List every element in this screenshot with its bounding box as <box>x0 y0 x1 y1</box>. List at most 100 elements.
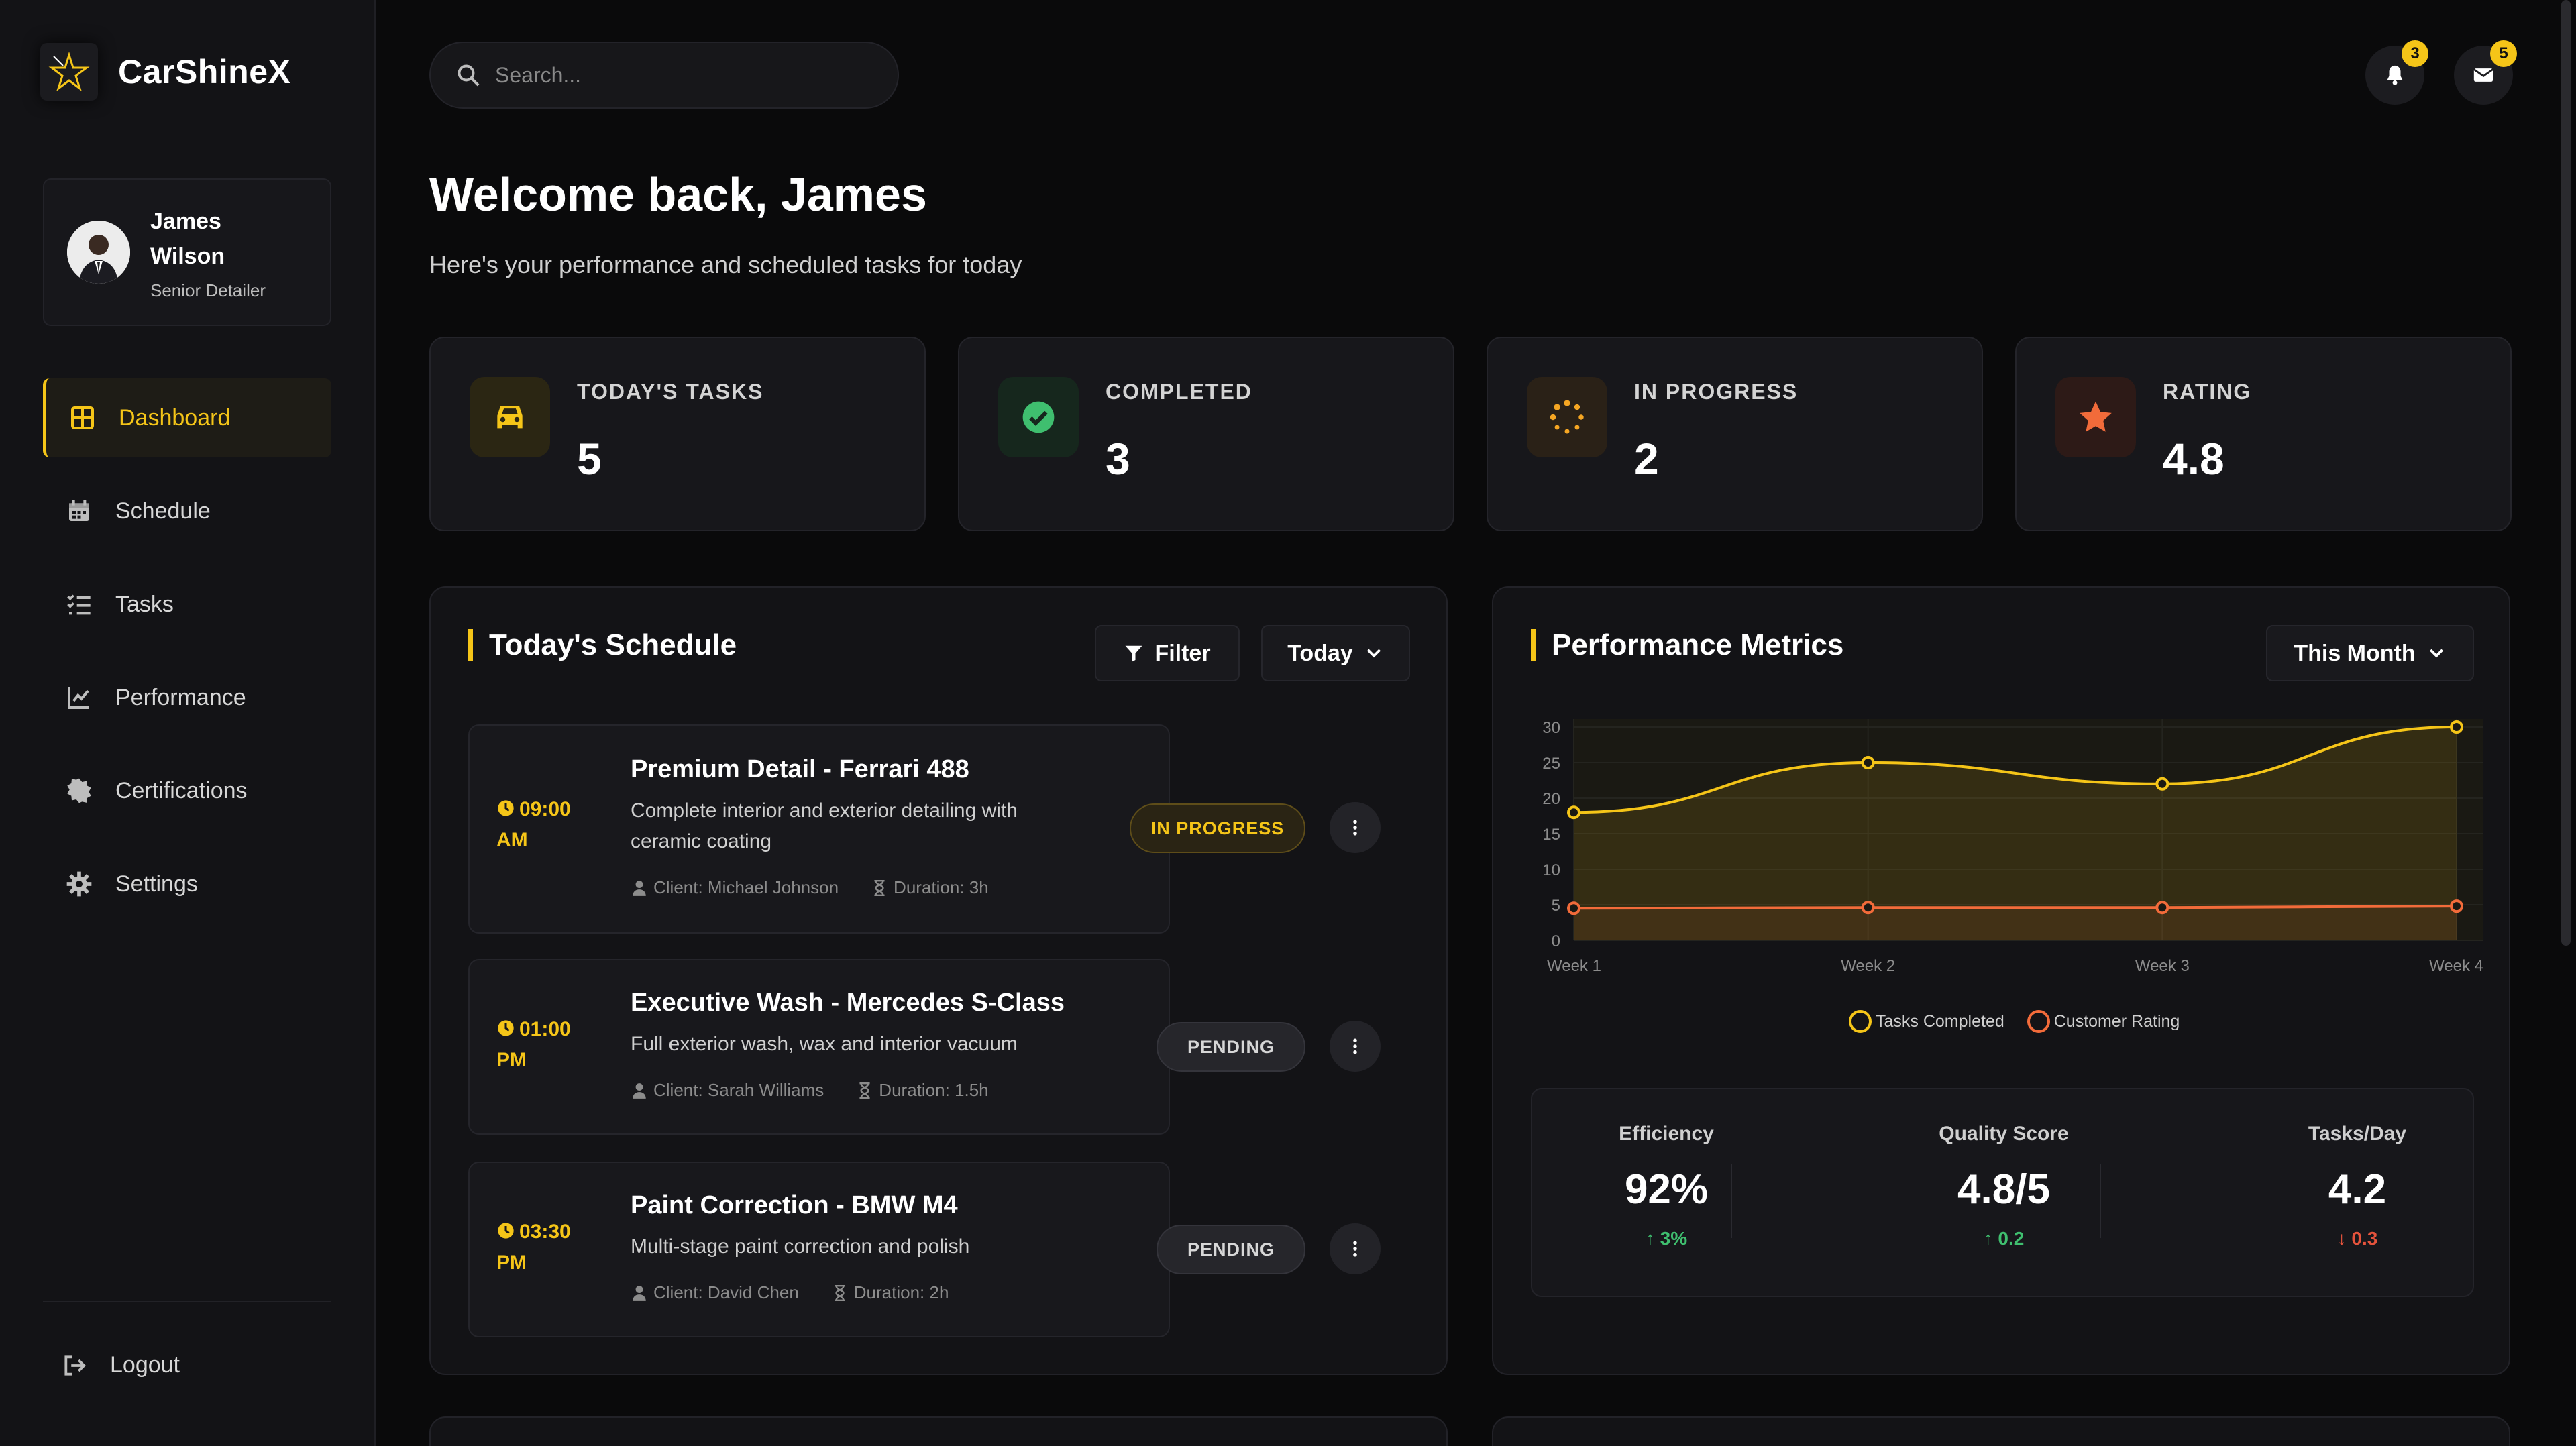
page-scrollbar[interactable] <box>2561 0 2571 946</box>
nav-label: Certifications <box>115 777 248 803</box>
data-point <box>1567 901 1580 915</box>
task-card[interactable]: 03:30 PM Paint Correction - BMW M4 Multi… <box>468 1162 1381 1337</box>
logout-label: Logout <box>110 1352 180 1378</box>
kebab-menu-icon <box>1353 820 1357 836</box>
dashboard-icon <box>71 406 94 429</box>
calendar-icon <box>69 500 89 521</box>
task-title: Paint Correction - BMW M4 <box>631 1191 958 1219</box>
user-icon <box>633 1082 646 1099</box>
task-title: Executive Wash - Mercedes S-Class <box>631 989 1065 1017</box>
legend-swatch-icon <box>1849 1010 1872 1033</box>
metric-label: Tasks/Day <box>2308 1123 2407 1145</box>
logout-icon <box>64 1355 86 1376</box>
bell-icon <box>2387 65 2403 85</box>
divider <box>1731 1164 1732 1238</box>
range-dropdown[interactable]: This Month <box>2266 625 2474 681</box>
data-point <box>2155 777 2169 791</box>
car-icon <box>470 377 550 457</box>
nav-item-dashboard[interactable]: Dashboard <box>43 378 331 457</box>
task-card[interactable]: 01:00 PM Executive Wash - Mercedes S-Cla… <box>468 959 1381 1135</box>
lower-panel <box>1492 1416 2510 1446</box>
chevron-down-icon <box>1366 649 1381 658</box>
x-tick-label: Week 1 <box>1547 957 1601 975</box>
metric-delta: ↑ 0.2 <box>1983 1228 2025 1249</box>
hourglass-icon <box>835 1284 845 1301</box>
performance-title: Performance Metrics <box>1531 629 1843 661</box>
search-input[interactable] <box>495 62 871 88</box>
user-icon <box>633 880 646 896</box>
more-options-button[interactable] <box>1330 1223 1381 1274</box>
messages-button[interactable]: 5 <box>2454 40 2517 105</box>
task-client: Client: Sarah Williams <box>653 1080 824 1100</box>
notifications-button[interactable]: 3 <box>2365 40 2428 105</box>
x-tick-label: Week 2 <box>1841 957 1895 975</box>
nav-label: Dashboard <box>119 404 231 431</box>
y-tick-label: 0 <box>1552 932 1560 950</box>
brand[interactable]: CarShineX <box>40 43 290 101</box>
data-point <box>1567 805 1580 820</box>
task-card[interactable]: 09:00 AM Premium Detail - Ferrari 488 Co… <box>468 724 1381 934</box>
y-tick-label: 20 <box>1542 790 1560 808</box>
search-bar[interactable] <box>429 42 899 109</box>
task-description: Multi-stage paint correction and polish <box>631 1235 970 1258</box>
more-options-button[interactable] <box>1330 1021 1381 1072</box>
stat-value: 4.8 <box>2163 434 2224 484</box>
task-meta: Client: Sarah Williams Duration: 1.5h <box>631 1080 989 1101</box>
filter-button[interactable]: Filter <box>1095 625 1240 681</box>
stat-label: TODAY'S TASKS <box>577 380 764 404</box>
task-client: Client: David Chen <box>653 1282 799 1302</box>
divider <box>43 1301 331 1302</box>
metric-value: 92% <box>1624 1166 1709 1213</box>
nav-item-performance[interactable]: Performance <box>43 658 331 737</box>
status-badge: PENDING <box>1157 1022 1305 1072</box>
nav-label: Performance <box>115 684 246 710</box>
metric-delta: ↓ 0.3 <box>2337 1228 2378 1249</box>
legend-label: Tasks Completed <box>1876 1011 2004 1031</box>
check-circle-icon <box>998 377 1079 457</box>
schedule-panel: Today's Schedule Filter Today 09:00 AM P… <box>429 586 1448 1375</box>
x-tick-label: Week 4 <box>2429 957 2483 975</box>
more-options-button[interactable] <box>1330 802 1381 853</box>
nav-item-certifications[interactable]: Certifications <box>43 751 331 830</box>
stat-card-completed: COMPLETED 3 <box>958 337 1454 531</box>
divider <box>2100 1164 2101 1238</box>
metric-tasks-per-day: Tasks/Day 4.2 ↓ 0.3 <box>2223 1123 2491 1249</box>
task-meta: Client: David Chen Duration: 2h <box>631 1282 949 1303</box>
nav-item-tasks[interactable]: Tasks <box>43 565 331 644</box>
series-area <box>1574 906 2457 940</box>
y-tick-label: 30 <box>1542 719 1560 737</box>
user-icon <box>633 1285 646 1301</box>
task-title: Premium Detail - Ferrari 488 <box>631 755 969 783</box>
filter-icon <box>1125 645 1142 662</box>
metric-delta-value: 3% <box>1660 1228 1688 1249</box>
stat-value: 3 <box>1106 434 1130 484</box>
kebab-menu-icon <box>1353 1241 1357 1257</box>
nav-label: Tasks <box>115 591 174 617</box>
page-subtitle: Here's your performance and scheduled ta… <box>429 251 1022 278</box>
x-tick-label: Week 3 <box>2135 957 2190 975</box>
task-duration: Duration: 3h <box>894 877 989 897</box>
data-point <box>2450 720 2463 734</box>
task-client: Client: Michael Johnson <box>653 877 839 897</box>
sidebar: CarShineX James Wilson Senior Detailer D… <box>0 0 376 1446</box>
nav-label: Schedule <box>115 498 211 524</box>
star-icon <box>2055 377 2136 457</box>
stat-label: COMPLETED <box>1106 380 1252 404</box>
performance-panel: Performance Metrics This Month 0 5 10 15 20 2… <box>1492 586 2510 1375</box>
stat-value: 2 <box>1634 434 1659 484</box>
task-time: 01:00 PM <box>496 1014 604 1076</box>
user-role: Senior Detailer <box>150 280 266 300</box>
y-tick-label: 15 <box>1542 826 1560 844</box>
data-point <box>1861 901 1875 915</box>
task-list-icon <box>67 594 91 615</box>
clock-icon <box>498 1223 514 1239</box>
today-dropdown[interactable]: Today <box>1261 625 1410 681</box>
spinner-icon <box>1527 377 1607 457</box>
task-duration: Duration: 2h <box>853 1282 949 1302</box>
metrics-summary: Efficiency 92% ↑ 3% Quality Score 4.8/5 … <box>1531 1088 2474 1297</box>
user-profile-card[interactable]: James Wilson Senior Detailer <box>43 178 331 326</box>
nav-item-schedule[interactable]: Schedule <box>43 471 331 551</box>
logout-button[interactable]: Logout <box>62 1352 180 1378</box>
main-nav: Dashboard Schedule Tasks Performance Cer… <box>43 378 331 938</box>
nav-item-settings[interactable]: Settings <box>43 844 331 924</box>
